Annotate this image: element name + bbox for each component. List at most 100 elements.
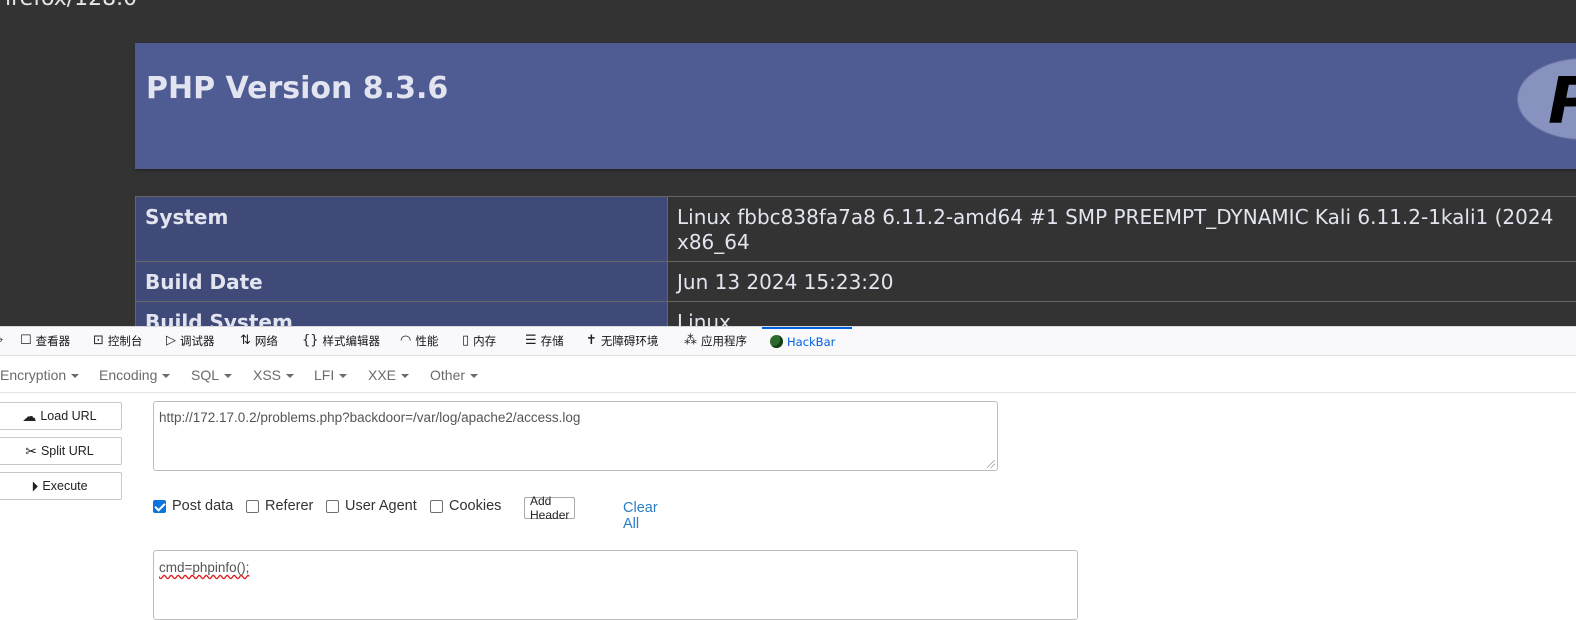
load-url-button[interactable]: ☁ Load URL [0, 402, 122, 430]
execute-button[interactable]: ⏵ Execute [0, 472, 122, 500]
php-logo: P [1517, 58, 1576, 140]
referer-option[interactable]: Referer [246, 498, 313, 514]
user-agent-text: irefox/128.0 [5, 0, 137, 11]
table-key: Build Date [136, 262, 668, 302]
table-value: Linux fbbc838fa7a8 6.11.2-amd64 #1 SMP P… [668, 197, 1576, 262]
tab-memory[interactable]: ▯ 内存 [462, 327, 496, 354]
cookies-option[interactable]: Cookies [430, 498, 501, 514]
table-row: System Linux fbbc838fa7a8 6.11.2-amd64 #… [136, 197, 1576, 262]
caret-down-icon [286, 374, 294, 378]
play-circle-icon: ⏵ [31, 479, 38, 493]
tab-label: 调试器 [180, 333, 215, 349]
tab-debugger[interactable]: ▷ 调试器 [166, 327, 215, 354]
divider [0, 392, 1576, 393]
add-header-button[interactable]: Add Header [524, 497, 575, 519]
debugger-icon: ▷ [166, 334, 176, 347]
phpinfo-page: irefox/128.0 PHP Version 8.3.6 P System … [0, 0, 1576, 326]
tab-accessibility[interactable]: ✝ 无障碍环境 [586, 327, 658, 354]
table-row: Build Date Jun 13 2024 15:23:20 [136, 262, 1576, 302]
memory-icon: ▯ [462, 334, 469, 347]
tab-label: 网络 [255, 333, 278, 349]
user-agent-checkbox[interactable] [326, 500, 339, 513]
post-data-checkbox[interactable] [153, 500, 166, 513]
tab-application[interactable]: ⁂ 应用程序 [684, 327, 747, 354]
devtools-tab-bar: ⌖ ☐ 查看器 ⊡ 控制台 ▷ 调试器 ⇅ 网络 {} 样式编辑器 ◠ 性能 ▯ 内存 ☰存储… [0, 326, 1576, 356]
caret-down-icon [470, 374, 478, 378]
tab-network[interactable]: ⇅ 网络 [240, 327, 278, 354]
scissors-icon: ✂ [25, 444, 37, 458]
menu-encryption[interactable]: Encryption [0, 367, 79, 383]
menu-lfi[interactable]: LFI [314, 367, 347, 383]
table-value: Jun 13 2024 15:23:20 [668, 262, 1576, 302]
table-key: System [136, 197, 668, 262]
accessibility-icon: ✝ [586, 334, 597, 347]
referer-checkbox[interactable] [246, 500, 259, 513]
tab-label: 查看器 [36, 333, 71, 349]
php-info-table: System Linux fbbc838fa7a8 6.11.2-amd64 #… [135, 196, 1576, 326]
url-textarea[interactable]: http://172.17.0.2/problems.php?backdoor=… [153, 401, 998, 471]
style-editor-icon: {} [302, 334, 319, 347]
tab-style-editor[interactable]: {} 样式编辑器 [302, 327, 380, 354]
tab-label: 性能 [415, 333, 438, 349]
tab-label: 无障碍环境 [601, 333, 659, 349]
caret-down-icon [224, 374, 232, 378]
menu-xss[interactable]: XSS [253, 367, 294, 383]
tab-inspector[interactable]: ☐ 查看器 [20, 327, 70, 354]
menu-sql[interactable]: SQL [191, 367, 232, 383]
php-version-header: PHP Version 8.3.6 P [135, 43, 1576, 169]
menu-encoding[interactable]: Encoding [99, 367, 170, 383]
menu-label: Encoding [99, 367, 157, 383]
caret-down-icon [162, 374, 170, 378]
application-icon: ⁂ [684, 334, 697, 347]
console-icon: ⊡ [93, 334, 104, 347]
button-label: Split URL [41, 444, 94, 458]
tab-label: 内存 [473, 333, 496, 349]
tab-label: 应用程序 [701, 333, 747, 349]
tab-label: HackBar [787, 335, 835, 349]
post-data-textarea[interactable]: cmd=phpinfo(); [153, 550, 1078, 620]
menu-xxe[interactable]: XXE [368, 367, 409, 383]
performance-icon: ◠ [400, 334, 411, 347]
url-text: http://172.17.0.2/problems.php?backdoor=… [159, 410, 580, 425]
menu-label: Other [430, 367, 465, 383]
inspector-icon: ☐ [20, 334, 32, 347]
pick-element-icon[interactable]: ⌖ [0, 327, 3, 354]
menu-label: Encryption [0, 367, 66, 383]
table-key: Build System [136, 302, 668, 327]
caret-down-icon [339, 374, 347, 378]
storage-icon: ☰ [525, 334, 537, 347]
tab-console[interactable]: ⊡ 控制台 [93, 327, 142, 354]
table-value: Linux [668, 302, 1576, 327]
option-label: Cookies [449, 498, 501, 514]
user-agent-option[interactable]: User Agent [326, 498, 417, 514]
tab-storage[interactable]: ☰存储 [525, 327, 564, 354]
post-data-option[interactable]: Post data [153, 498, 233, 514]
tab-performance[interactable]: ◠ 性能 [400, 327, 438, 354]
page-title: PHP Version 8.3.6 [146, 71, 448, 106]
option-label: Referer [265, 498, 313, 514]
php-logo-letter: P [1548, 65, 1576, 139]
cloud-download-icon: ☁ [22, 409, 36, 423]
resize-handle-icon[interactable] [987, 460, 995, 468]
button-label: Execute [42, 479, 87, 493]
menu-other[interactable]: Other [430, 367, 478, 383]
clear-all-link[interactable]: Clear All [623, 500, 658, 532]
caret-down-icon [401, 374, 409, 378]
menu-label: SQL [191, 367, 219, 383]
split-url-button[interactable]: ✂ Split URL [0, 437, 122, 465]
tab-hackbar[interactable]: HackBar [762, 327, 852, 354]
cookies-checkbox[interactable] [430, 500, 443, 513]
system-value: Linux fbbc838fa7a8 6.11.2-amd64 #1 SMP P… [677, 205, 1553, 229]
post-data-text: cmd=phpinfo(); [159, 560, 249, 575]
table-row: Build System Linux [136, 302, 1576, 327]
system-arch-value: x86_64 [677, 230, 750, 254]
hackbar-menu: Encryption Encoding SQL XSS LFI XXE Othe… [0, 361, 1576, 391]
tab-label: 控制台 [108, 333, 143, 349]
button-label: Load URL [40, 409, 96, 423]
caret-down-icon [71, 374, 79, 378]
menu-label: LFI [314, 367, 334, 383]
network-icon: ⇅ [240, 334, 251, 347]
tab-label: 样式编辑器 [323, 333, 381, 349]
menu-label: XSS [253, 367, 281, 383]
menu-label: XXE [368, 367, 396, 383]
